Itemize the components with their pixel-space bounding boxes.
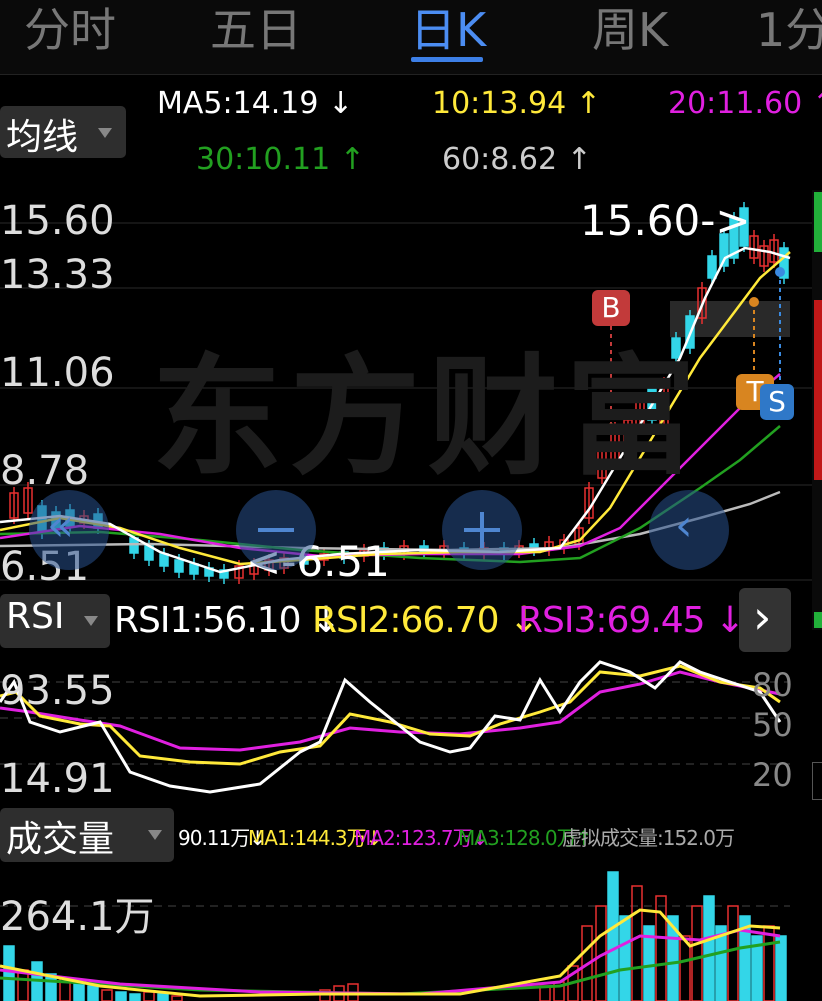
next-indicator-button[interactable]: › [739,588,791,652]
sell-signal-badge[interactable]: S [760,384,794,420]
volume-bar [763,925,775,1001]
down-candle [159,553,169,567]
rsi-selector-label: RSI [6,596,65,637]
volume-bar [619,915,631,1001]
rsi-chart [0,660,790,794]
price-axis-4: 8.78 [0,448,90,494]
tab-one-minute[interactable]: 1分 [756,0,822,60]
side-indicator-green [814,192,822,252]
volume-bar [143,991,155,1001]
rsi-axis-bottom: 14.91 [0,756,115,802]
high-price-marker: 15.60-> [580,196,751,245]
zoom-in-button[interactable] [442,490,522,570]
tab-weekly-k[interactable]: 周K [592,0,668,60]
volume-bar [129,993,141,1001]
virtual-volume: 虚拟成交量:152.0万 [562,826,735,850]
price-axis-3: 11.06 [0,350,115,396]
rsi-axis-right-80: 80 [752,666,793,704]
down-candle [174,559,184,573]
volume-bar [171,995,183,1001]
chevron-right-icon: › [753,590,772,644]
volume-bar [727,905,739,1001]
watermark-logo: 东方财富 [152,341,705,493]
volume-bar [157,993,169,1001]
rsi3-value: RSI3:69.45 ↓ [518,600,745,641]
ma10-value: 10:13.94 ↑ [432,86,601,121]
volume-bar [17,969,29,1001]
ma-selector-label: 均线 [6,117,79,158]
scroll-left-fast-button[interactable]: « [29,490,109,570]
volume-bar [87,985,99,1001]
ma20-value: 20:11.60 ↑ [668,86,822,121]
volume-bar [775,935,787,1001]
chevron-left-icon: ‹ [675,500,693,551]
volume-bar [631,885,643,1001]
volume-axis-top: 264.1万 [0,894,155,940]
ma-selector[interactable]: 均线 [0,106,126,158]
scroll-left-button[interactable]: ‹ [649,490,729,570]
rsi-axis-right-20: 20 [752,756,793,794]
rsi1-value: RSI1:56.10 ↓ [114,600,341,641]
volume-selector[interactable]: 成交量 [0,808,174,862]
side-indicator-red [814,300,822,480]
volume-bar [73,983,85,1001]
chevron-down-icon [84,616,98,626]
rsi-selector[interactable]: RSI [0,594,110,648]
rsi-axis-top: 93.55 [0,668,115,714]
tab-five-day[interactable]: 五日 [210,0,302,60]
zoom-out-button[interactable] [236,490,316,570]
tab-daily-k[interactable]: 日K [410,0,486,60]
ma60-value: 60:8.62 ↑ [442,142,592,177]
volume-bar [691,905,703,1001]
period-tab-bar: 分时 五日 日K 周K 1分 [0,0,822,75]
buy-signal-badge[interactable]: B [592,290,630,326]
tab-intraday[interactable]: 分时 [24,0,116,60]
price-axis-2: 13.33 [0,252,115,298]
volume-bar [101,989,113,1001]
down-candle [707,255,717,279]
double-chevron-left-icon: « [47,500,74,551]
volume-bar [607,871,619,1001]
price-axis-top: 15.60 [0,198,115,244]
sell-signal-dot [775,267,785,277]
chevron-down-icon [98,128,112,138]
chevron-down-icon [148,830,162,840]
active-tab-indicator [411,57,483,62]
volume-bar [3,945,15,1001]
rsi-axis-right-50: 50 [752,706,793,744]
volume-selector-label: 成交量 [6,819,115,860]
volume-bar [703,895,715,1001]
volume-bar [115,991,127,1001]
rsi3-line [0,670,781,752]
ma30-value: 30:10.11 ↑ [196,142,365,177]
t-signal-dot [749,297,759,307]
minus-icon [258,528,294,532]
rsi2-value: RSI2:66.70 ↓ [312,600,539,641]
ma5-value: MA5:14.19 ↓ [157,86,354,121]
